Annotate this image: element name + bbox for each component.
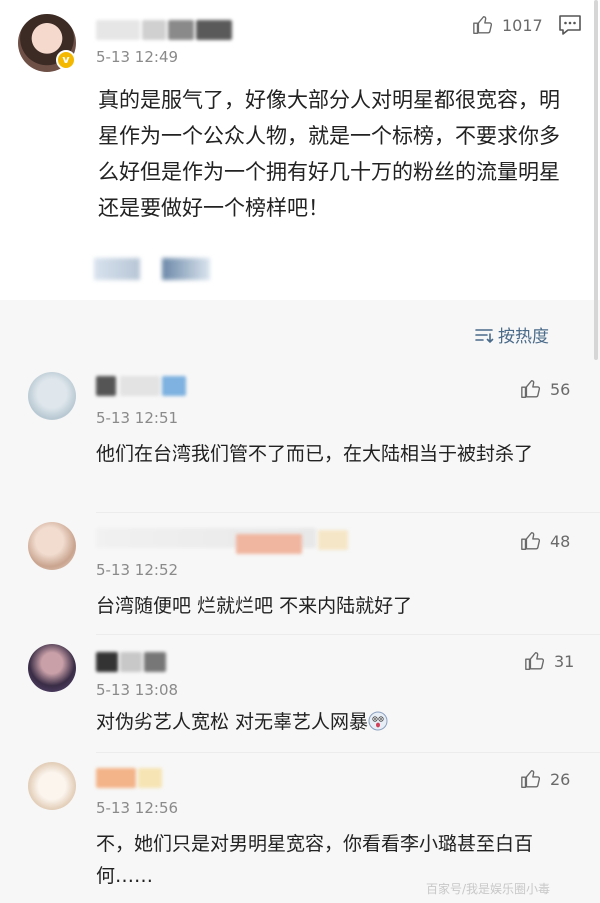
comment-time: 5-13 12:52	[96, 561, 179, 579]
commenter-name-blurred[interactable]	[138, 768, 162, 788]
commenter-name-blurred[interactable]	[144, 652, 166, 672]
comment-avatar[interactable]	[28, 762, 76, 810]
comment-avatar[interactable]	[28, 522, 76, 570]
sort-button[interactable]: 按热度	[474, 322, 549, 347]
commenter-badge-blurred	[318, 530, 348, 550]
comment-avatar[interactable]	[28, 644, 76, 692]
comment-like-count: 31	[554, 651, 575, 671]
author-name-blurred[interactable]	[96, 20, 140, 40]
post-image-blurred[interactable]	[94, 258, 140, 280]
comment-like-count: 56	[550, 379, 571, 399]
comment-text: 他们在台湾我们管不了而已，在大陆相当于被封杀了	[96, 443, 534, 465]
comment-like-button[interactable]: 56	[520, 376, 570, 402]
thumbs-up-icon	[521, 532, 541, 550]
commenter-name-blurred[interactable]	[120, 652, 142, 672]
watermark: 百家号/我是娱乐圈小毒	[426, 882, 551, 896]
post-like-button[interactable]: 1017	[472, 12, 543, 38]
sort-icon	[475, 328, 494, 343]
commenter-name-blurred[interactable]	[96, 652, 118, 672]
comment-text: 对伪劣艺人宽松 对无辜艺人网暴	[96, 706, 566, 738]
comment-like-button[interactable]: 26	[520, 766, 570, 792]
thumbs-up-icon	[473, 16, 493, 34]
commenter-name-blurred[interactable]	[96, 768, 136, 788]
commenter-name-blurred[interactable]	[120, 376, 160, 396]
comment-like-count: 48	[550, 531, 571, 551]
sort-label: 按热度	[498, 327, 549, 347]
message-icon[interactable]	[558, 14, 582, 36]
thumbs-up-icon	[521, 380, 541, 398]
comment-like-count: 26	[550, 769, 571, 789]
comment-time: 5-13 12:51	[96, 409, 179, 427]
author-name-blurred[interactable]	[196, 20, 232, 40]
main-post: v 5-13 12:49 1017 真的是服气了，好像大部分人对明星都很宽容，明…	[0, 0, 600, 300]
post-image-blurred[interactable]	[162, 258, 210, 280]
comment-avatar[interactable]	[28, 372, 76, 420]
thumbs-up-icon	[521, 770, 541, 788]
divider	[96, 634, 600, 635]
comment-text: 台湾随便吧 烂就烂吧 不来内陆就好了	[96, 595, 413, 617]
verified-badge: v	[56, 50, 76, 70]
comment-time: 5-13 12:56	[96, 799, 179, 817]
scared-emoji-icon	[368, 711, 388, 731]
post-like-count: 1017	[502, 15, 543, 35]
post-text: 真的是服气了，好像大部分人对明星都很宽容，明星作为一个公众人物，就是一个标榜，不…	[98, 88, 560, 220]
divider	[96, 512, 600, 513]
comment-text-content: 对伪劣艺人宽松 对无辜艺人网暴	[96, 711, 369, 733]
thumbs-up-icon	[525, 652, 545, 670]
author-name-blurred[interactable]	[142, 20, 166, 40]
scrollbar[interactable]	[594, 0, 598, 360]
comment-time: 5-13 13:08	[96, 681, 179, 699]
commenter-name-blurred[interactable]	[162, 376, 186, 396]
commenter-name-blurred[interactable]	[236, 534, 302, 554]
author-name-blurred[interactable]	[168, 20, 194, 40]
commenter-name-blurred[interactable]	[96, 376, 116, 396]
comment-like-button[interactable]: 48	[520, 528, 570, 554]
divider	[96, 752, 600, 753]
post-time: 5-13 12:49	[96, 48, 179, 66]
comment-like-button[interactable]: 31	[524, 648, 574, 674]
